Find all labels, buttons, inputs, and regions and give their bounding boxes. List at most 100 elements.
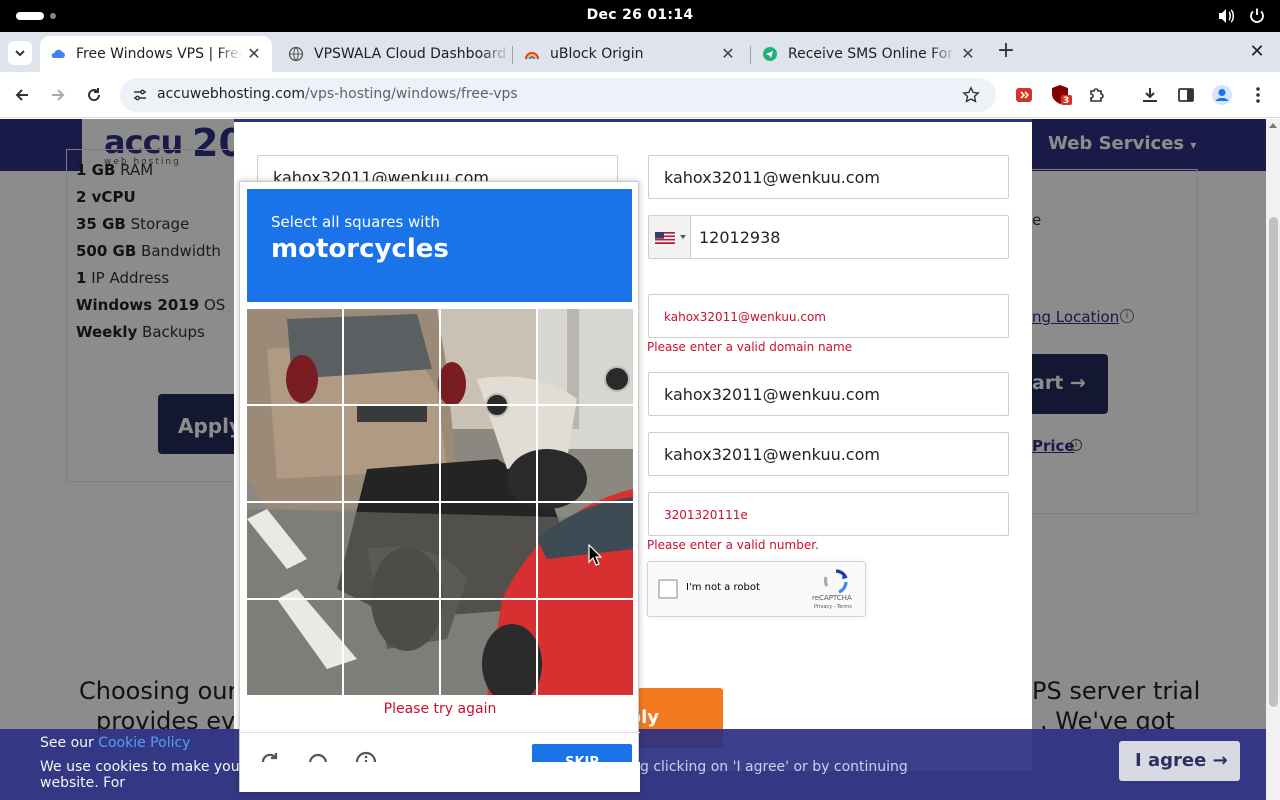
forward-button[interactable] — [46, 83, 70, 107]
domain-error: Please enter a valid domain name — [647, 340, 853, 354]
address-bar[interactable]: accuwebhosting.com/vps-hosting/windows/f… — [120, 78, 996, 112]
tab-search-button[interactable] — [8, 41, 32, 65]
close-tab-icon[interactable]: ✕ — [716, 42, 740, 66]
volume-icon[interactable] — [1217, 7, 1235, 25]
challenge-tile[interactable] — [344, 503, 439, 598]
number-error: Please enter a valid number. — [647, 538, 819, 552]
challenge-tile[interactable] — [247, 600, 342, 695]
side-panel-button[interactable] — [1174, 83, 1198, 107]
cookie-policy-link[interactable]: Cookie Policy — [98, 735, 190, 751]
close-tab-icon[interactable]: ✕ — [242, 42, 266, 66]
power-icon[interactable] — [1248, 7, 1266, 25]
tab-strip: Free Windows VPS | Free Windows VPS Tria… — [0, 32, 1280, 72]
challenge-tile[interactable] — [538, 600, 633, 695]
challenge-error: Please try again — [383, 701, 497, 717]
tab-title: Free Windows VPS | Free Windows VPS Tria… — [76, 46, 242, 62]
close-window-icon[interactable]: ✕ — [1246, 40, 1268, 64]
tab-vpswala[interactable]: VPSWALA Cloud Dashboard — [278, 36, 510, 72]
challenge-tile[interactable] — [441, 600, 536, 695]
arrow-right-icon — [52, 89, 65, 101]
reload-icon — [88, 88, 101, 102]
cookie-heading: See our Cookie Policy — [40, 735, 190, 751]
number-field[interactable]: 3201320111e — [648, 492, 1009, 536]
challenge-tile[interactable] — [441, 406, 536, 501]
us-flag-icon — [655, 232, 675, 244]
url-path: /vps-hosting/windows/free-vps — [305, 86, 518, 102]
challenge-instruction: Select all squares with — [271, 213, 440, 231]
cookie-banner: See our Cookie Policy We use cookies to … — [0, 729, 1280, 800]
challenge-tile[interactable] — [344, 600, 439, 695]
browser-toolbar: accuwebhosting.com/vps-hosting/windows/f… — [0, 72, 1280, 118]
recaptcha-terms-link[interactable]: Privacy - Terms — [814, 604, 852, 610]
downloads-button[interactable] — [1138, 83, 1162, 107]
mouse-cursor-icon — [588, 544, 602, 566]
challenge-image-grid — [247, 309, 633, 695]
extension-badge: 3 — [1063, 96, 1070, 106]
challenge-tile[interactable] — [538, 503, 633, 598]
new-tab-button[interactable]: + — [994, 40, 1018, 64]
globe-favicon-icon — [288, 46, 304, 62]
challenge-bottom-clip — [240, 762, 640, 792]
os-top-bar: Dec 26 01:14 — [0, 0, 1280, 32]
puzzle-icon — [1090, 88, 1104, 102]
extension-red-button[interactable] — [1012, 83, 1036, 107]
site-info-icon[interactable] — [132, 87, 148, 103]
modal-accent-line — [234, 119, 1032, 122]
tab-receive-sms[interactable]: Receive SMS Online For Free ✕ — [752, 36, 986, 72]
recaptcha-challenge: Select all squares with motorcycles Plea… — [239, 181, 640, 792]
domain-field[interactable]: kahox32011@wenkuu.com — [648, 294, 1009, 338]
email-field[interactable]: kahox32011@wenkuu.com — [648, 155, 1009, 199]
extension-red-icon — [1016, 88, 1032, 102]
challenge-tile[interactable] — [247, 503, 342, 598]
url-host: accuwebhosting.com — [157, 86, 306, 102]
challenge-tile[interactable] — [344, 309, 439, 404]
text-field-5[interactable]: kahox32011@wenkuu.com — [648, 432, 1009, 476]
back-button[interactable] — [10, 83, 34, 107]
challenge-header: Select all squares with motorcycles — [247, 189, 632, 302]
ublock-icon — [1052, 85, 1072, 105]
challenge-tile[interactable] — [344, 406, 439, 501]
chevron-down-icon — [15, 50, 25, 57]
cloud-favicon-icon — [51, 49, 65, 58]
tab-separator — [512, 46, 513, 64]
caret-down-icon — [680, 235, 686, 239]
rainbow-favicon-icon — [525, 52, 539, 60]
recaptcha-logo-icon — [823, 569, 848, 594]
sms-favicon-icon — [763, 47, 777, 61]
close-tab-icon[interactable]: ✕ — [956, 42, 980, 66]
challenge-tile[interactable] — [441, 503, 536, 598]
clock[interactable]: Dec 26 01:14 — [0, 7, 1280, 23]
agree-cookies-button[interactable]: I agree → — [1119, 741, 1240, 781]
ublock-extension-button[interactable]: 3 — [1049, 83, 1073, 107]
challenge-tile[interactable] — [441, 309, 536, 404]
text-field-4[interactable]: kahox32011@wenkuu.com — [648, 372, 1009, 416]
arrow-right-icon: → — [1212, 750, 1228, 771]
scrollbar-thumb[interactable] — [1269, 217, 1278, 707]
kebab-menu-icon — [1256, 87, 1260, 103]
bookmark-star-icon[interactable] — [962, 86, 980, 104]
robot-checkbox[interactable] — [658, 579, 678, 599]
challenge-tile[interactable] — [538, 309, 633, 404]
phone-field[interactable]: 12012938 — [648, 215, 1009, 259]
reload-button[interactable] — [82, 83, 106, 107]
country-code-select[interactable] — [649, 216, 691, 258]
tab-title: Receive SMS Online For Free — [788, 46, 956, 62]
recaptcha-name: reCAPTCHA — [812, 594, 852, 602]
tab-free-windows-vps[interactable]: Free Windows VPS | Free Windows VPS Tria… — [40, 36, 272, 72]
web-page: accu 20 web hosting Web Services ▾ 1 GB … — [0, 119, 1280, 800]
robot-label: I'm not a robot — [686, 582, 760, 593]
arrow-left-icon — [15, 89, 28, 101]
browser-menu-button[interactable] — [1246, 83, 1270, 107]
scroll-up-icon[interactable] — [1268, 121, 1278, 129]
extensions-button[interactable] — [1085, 83, 1109, 107]
url-text[interactable]: accuwebhosting.com/vps-hosting/windows/f… — [157, 86, 518, 102]
challenge-tile[interactable] — [247, 309, 342, 404]
phone-value: 12012938 — [699, 228, 781, 247]
tab-ublock[interactable]: uBlock Origin ✕ — [514, 36, 746, 72]
tab-separator — [750, 46, 751, 64]
side-panel-icon — [1178, 88, 1194, 102]
profile-button[interactable] — [1210, 83, 1234, 107]
cookie-text-tail: g clicking on 'I agree' or by continuing — [640, 759, 908, 775]
challenge-tile[interactable] — [247, 406, 342, 501]
challenge-tile[interactable] — [538, 406, 633, 501]
